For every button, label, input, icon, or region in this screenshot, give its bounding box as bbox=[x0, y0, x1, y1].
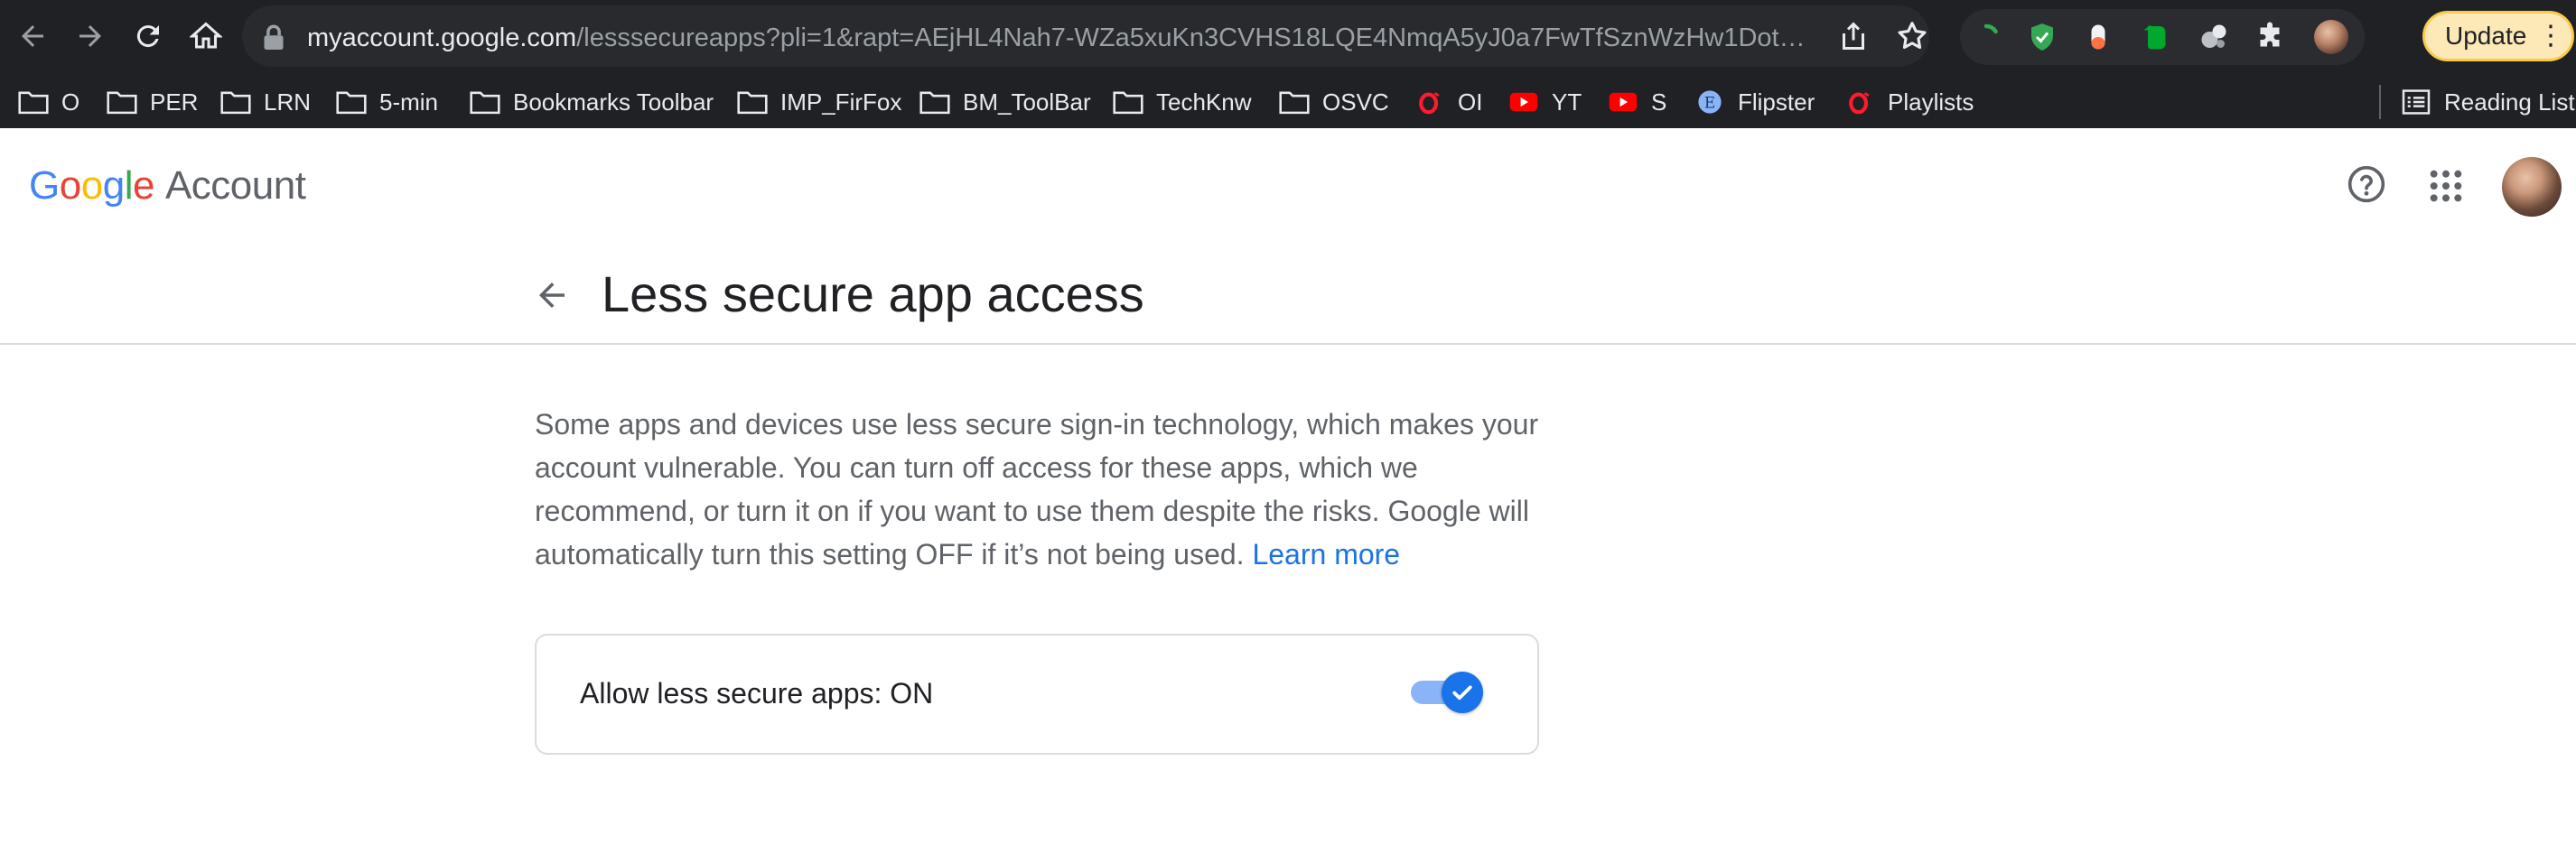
profile-avatar-icon[interactable] bbox=[2314, 20, 2348, 54]
bookmark-label: O bbox=[61, 88, 80, 116]
forward-arrow-icon bbox=[79, 25, 101, 47]
logo-letter: o bbox=[59, 163, 81, 208]
bookmark-item[interactable]: Playlists bbox=[1844, 76, 1974, 128]
bookmark-label: Bookmarks Toolbar bbox=[513, 88, 714, 116]
opera-icon bbox=[1419, 92, 1440, 115]
logo-product-name: Account bbox=[164, 163, 306, 208]
bookmark-label: BM_ToolBar bbox=[963, 88, 1091, 116]
header-divider bbox=[0, 343, 2576, 345]
back-button[interactable] bbox=[13, 16, 52, 56]
bookmark-star-icon[interactable] bbox=[1895, 19, 1929, 53]
bookmark-label: LRN bbox=[264, 88, 312, 116]
bookmark-item[interactable]: E Flipster bbox=[1694, 76, 1815, 128]
loading-icon[interactable] bbox=[1969, 20, 2003, 54]
flipster-icon: E bbox=[1698, 90, 1722, 114]
google-account-logo[interactable]: Google Account bbox=[29, 161, 306, 211]
page-title: Less secure app access bbox=[602, 265, 1144, 322]
bookmark-item[interactable]: O bbox=[18, 76, 79, 128]
learn-more-link[interactable]: Learn more bbox=[1252, 538, 1400, 571]
bookmark-label: YT bbox=[1552, 88, 1582, 116]
folder-icon bbox=[18, 91, 49, 115]
opera-icon bbox=[1849, 92, 1870, 115]
logo-letter: l bbox=[124, 163, 134, 208]
youtube-icon bbox=[1509, 92, 1538, 112]
bookmarks-bar: O PER LRN 5-min Bookmarks Toolbar IMP_Fi… bbox=[0, 76, 2576, 128]
setting-card: Allow less secure apps: ON bbox=[535, 634, 1539, 755]
bookmark-label: TechKnw bbox=[1156, 88, 1252, 116]
bookmarks-separator bbox=[2379, 85, 2381, 119]
bookmark-label: 5-min bbox=[379, 88, 439, 116]
checkmark-icon bbox=[1452, 685, 1472, 701]
pill-icon[interactable] bbox=[2081, 20, 2115, 54]
description-text: Some apps and devices use less secure si… bbox=[535, 403, 1550, 576]
lock-icon[interactable] bbox=[262, 24, 285, 50]
home-icon bbox=[190, 22, 222, 49]
bookmark-item[interactable]: YT bbox=[1508, 76, 1582, 128]
bookmark-item[interactable]: IMP_FirFox bbox=[737, 76, 901, 128]
home-button[interactable] bbox=[186, 16, 226, 56]
bookmark-label: S bbox=[1651, 88, 1667, 116]
svg-text:E: E bbox=[1704, 93, 1715, 111]
reading-list-icon bbox=[2402, 89, 2431, 115]
bookmark-item[interactable]: TechKnw bbox=[1113, 76, 1252, 128]
bookmark-label: OSVC bbox=[1322, 88, 1389, 116]
update-button[interactable]: Update ⋮ bbox=[2422, 11, 2574, 61]
back-arrow-icon[interactable] bbox=[533, 276, 571, 314]
bookmark-item[interactable]: PER bbox=[107, 76, 198, 128]
folder-icon bbox=[470, 91, 500, 115]
apps-grid-icon[interactable] bbox=[2428, 168, 2464, 204]
forward-button[interactable] bbox=[70, 16, 110, 56]
bookmark-label: PER bbox=[150, 88, 199, 116]
logo-letter: G bbox=[29, 163, 60, 208]
help-icon[interactable] bbox=[2347, 164, 2386, 204]
youtube-icon bbox=[1609, 92, 1638, 112]
shield-check-icon[interactable] bbox=[2025, 20, 2059, 54]
logo-letter: o bbox=[80, 163, 103, 208]
bookmark-item[interactable]: OSVC bbox=[1279, 76, 1389, 128]
setting-label: Allow less secure apps: ON bbox=[580, 677, 934, 710]
bookmark-item[interactable]: BM_ToolBar bbox=[919, 76, 1091, 128]
reading-list-label: Reading List bbox=[2444, 88, 2575, 116]
reload-button[interactable] bbox=[128, 16, 168, 56]
more-menu-icon[interactable]: ⋮ bbox=[2537, 14, 2564, 59]
evernote-icon[interactable] bbox=[2139, 20, 2173, 54]
url-text[interactable]: myaccount.google.com/lesssecureapps?pli=… bbox=[307, 18, 1815, 58]
bookmark-label: IMP_FirFox bbox=[780, 88, 902, 116]
folder-icon bbox=[107, 91, 137, 115]
folder-icon bbox=[1113, 91, 1143, 115]
extensions-puzzle-icon[interactable] bbox=[2253, 20, 2287, 54]
update-label: Update bbox=[2445, 22, 2527, 50]
bookmark-item[interactable]: S bbox=[1608, 76, 1666, 128]
reload-icon bbox=[136, 25, 159, 48]
folder-icon bbox=[919, 91, 950, 115]
url-path: /lesssecureapps?pli=1&rapt=AEjHL4Nah7-WZ… bbox=[576, 23, 1806, 52]
logo-letter: g bbox=[102, 163, 125, 208]
folder-icon bbox=[220, 91, 251, 115]
multi-ball-icon[interactable] bbox=[2197, 20, 2231, 54]
bookmark-label: OI bbox=[1458, 88, 1483, 116]
bookmark-item[interactable]: LRN bbox=[220, 76, 311, 128]
folder-icon bbox=[737, 91, 768, 115]
toggle-thumb bbox=[1442, 672, 1483, 713]
folder-icon bbox=[1279, 91, 1310, 115]
bookmark-item[interactable]: Bookmarks Toolbar bbox=[470, 76, 714, 128]
bookmark-label: Flipster bbox=[1738, 88, 1815, 116]
bookmark-item[interactable]: 5-min bbox=[336, 76, 438, 128]
bookmark-label: Playlists bbox=[1888, 88, 1974, 116]
url-host: myaccount.google.com bbox=[307, 23, 577, 52]
account-avatar[interactable] bbox=[2502, 157, 2562, 217]
reading-list-button[interactable]: Reading List bbox=[2401, 76, 2575, 128]
bookmark-item[interactable]: OI bbox=[1414, 76, 1482, 128]
share-icon[interactable] bbox=[1837, 20, 1870, 52]
logo-letter: e bbox=[132, 163, 154, 208]
back-arrow-icon bbox=[22, 25, 43, 47]
browser-chrome: myaccount.google.com/lesssecureapps?pli=… bbox=[0, 0, 2576, 128]
allow-less-secure-apps-toggle[interactable] bbox=[1411, 672, 1483, 713]
folder-icon bbox=[336, 91, 367, 115]
